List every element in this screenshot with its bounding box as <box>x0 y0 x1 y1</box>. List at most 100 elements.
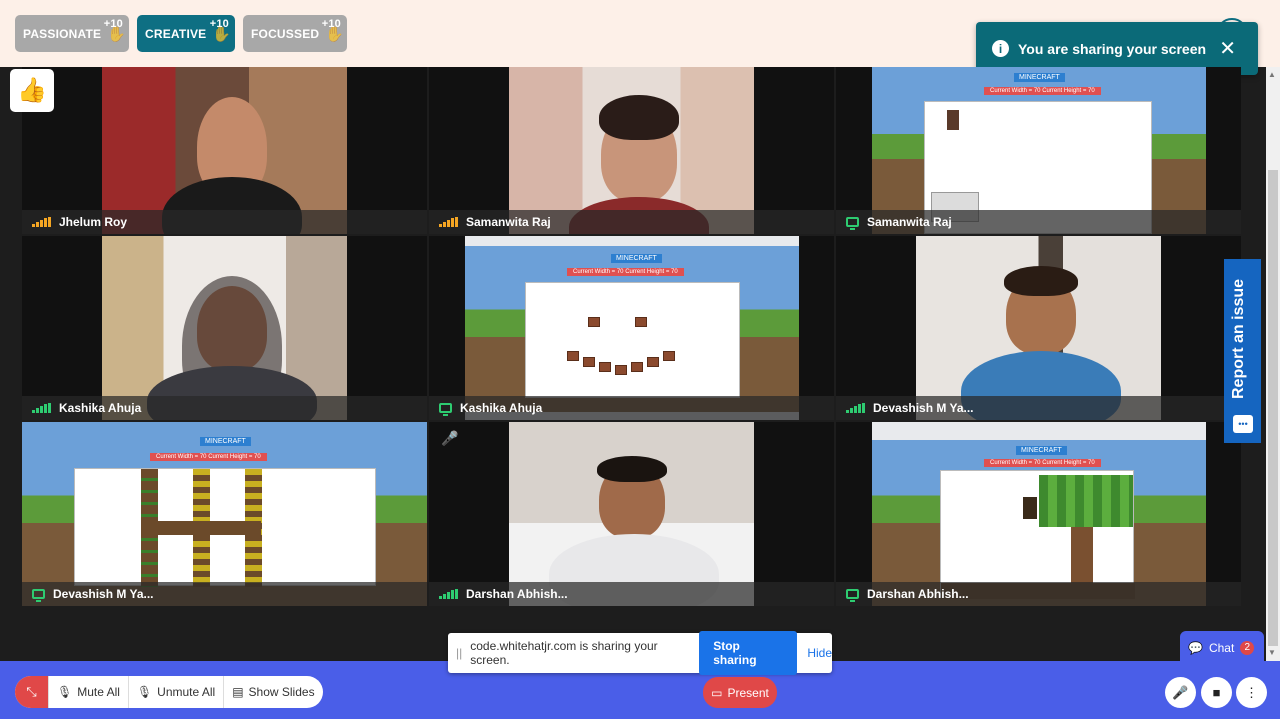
camera-feed <box>509 422 754 606</box>
minecraft-screen: MINECRAFT Current Width = 70 Current Hei… <box>465 236 799 420</box>
badge-points: +10 <box>321 18 341 30</box>
mute-all-button[interactable]: 🎙 Mute All <box>48 676 128 708</box>
minecraft-screen: MINECRAFT Current Width = 70 Current Hei… <box>22 422 427 606</box>
toast-message: You are sharing your screen <box>1018 40 1207 57</box>
chat-button[interactable]: 💬 Chat 2 <box>1180 631 1264 664</box>
participant-name-bar: Kashika Ahuja <box>429 396 834 420</box>
signal-icon <box>846 403 865 413</box>
share-message: code.whitehatjr.com is sharing your scre… <box>470 639 658 667</box>
camera-feed <box>102 67 347 234</box>
minecraft-title: MINECRAFT <box>200 437 251 446</box>
thumbs-up-icon[interactable]: 👍 <box>10 69 54 112</box>
participant-name: Jhelum Roy <box>59 215 128 229</box>
mic-off-icon: 🎙 <box>57 685 73 699</box>
participant-name-bar: Devashish M Ya... <box>22 582 427 606</box>
minecraft-size-label: Current Width = 70 Current Height = 70 <box>567 268 684 276</box>
report-issue-button[interactable]: Report an issue ••• <box>1224 259 1261 443</box>
participant-name-bar: Samanwita Raj <box>836 210 1241 234</box>
microphone-button[interactable]: 🎤 <box>1165 677 1196 708</box>
video-tile[interactable]: Devashish M Ya... <box>836 236 1241 420</box>
minecraft-size-label: Current Width = 70 Current Height = 70 <box>984 459 1101 467</box>
slides-icon: ▤ <box>232 685 244 699</box>
screen-share-tile[interactable]: MINECRAFT Current Width = 70 Current Hei… <box>836 67 1241 234</box>
muted-mic-icon: 🎤 <box>441 430 459 446</box>
camera-feed <box>102 236 347 420</box>
minecraft-size-label: Current Width = 70 Current Height = 70 <box>150 453 267 461</box>
present-label: Present <box>727 685 769 700</box>
badge-points: +10 <box>209 18 229 30</box>
screen-share-icon <box>846 589 859 602</box>
participant-name-bar: Devashish M Ya... <box>836 396 1241 420</box>
camera-feed <box>916 236 1161 420</box>
more-vertical-icon: ⋮ <box>1245 684 1258 700</box>
participant-name: Kashika Ahuja <box>59 401 142 415</box>
screen-share-tile[interactable]: MINECRAFT Current Width = 70 Current Hei… <box>836 422 1241 606</box>
participant-name: Kashika Ahuja <box>460 401 543 415</box>
participant-name: Samanwita Raj <box>867 215 952 229</box>
chat-label: Chat <box>1208 640 1235 655</box>
video-tile[interactable]: Jhelum Roy <box>22 67 427 234</box>
present-screen-icon: ▭ <box>711 685 723 700</box>
participant-name: Darshan Abhish... <box>867 587 969 601</box>
drag-handle-icon[interactable]: || <box>456 646 462 660</box>
participant-name: Darshan Abhish... <box>466 587 568 601</box>
game-canvas <box>525 282 740 398</box>
minecraft-title: MINECRAFT <box>1016 446 1067 455</box>
participant-name-bar: Jhelum Roy <box>22 210 427 234</box>
badge-focussed[interactable]: FOCUSSED ✋ +10 <box>243 15 347 52</box>
screen-share-icon <box>846 217 859 230</box>
chat-bubble-icon: ••• <box>1233 415 1253 433</box>
signal-icon <box>439 589 458 599</box>
screen-share-icon <box>32 589 45 602</box>
badge-passionate[interactable]: PASSIONATE ✋ +10 <box>15 15 129 52</box>
participant-name-bar: Darshan Abhish... <box>836 582 1241 606</box>
report-label: Report an issue <box>1230 278 1247 399</box>
scroll-up-icon[interactable]: ▲ <box>1268 70 1276 79</box>
mute-all-label: Mute All <box>77 685 120 699</box>
chat-icon: 💬 <box>1188 640 1203 655</box>
participant-name: Devashish M Ya... <box>53 587 154 601</box>
host-controls: ⤡ 🎙 Mute All 🎙 Unmute All ▤ Show Slides <box>15 676 323 708</box>
participant-name-bar: Darshan Abhish... <box>429 582 834 606</box>
minecraft-size-label: Current Width = 70 Current Height = 70 <box>984 87 1101 95</box>
stop-sharing-button[interactable]: Stop sharing <box>699 631 798 675</box>
camera-feed <box>509 67 754 234</box>
badge-creative[interactable]: CREATIVE ✋ +10 <box>137 15 235 52</box>
chat-count-badge: 2 <box>1240 640 1255 655</box>
minecraft-title: MINECRAFT <box>1014 73 1065 82</box>
mic-icon: 🎙 <box>136 685 153 699</box>
minecraft-title: MINECRAFT <box>611 254 662 263</box>
game-canvas <box>74 468 376 587</box>
video-tile[interactable]: Samanwita Raj <box>429 67 834 234</box>
participant-name-bar: Kashika Ahuja <box>22 396 427 420</box>
close-icon[interactable]: ✕ <box>1219 36 1236 61</box>
game-canvas <box>940 470 1135 599</box>
scrollbar-thumb[interactable] <box>1268 170 1278 646</box>
collapse-icon[interactable]: ⤡ <box>15 676 48 708</box>
badge-points: +10 <box>103 18 123 30</box>
camera-button[interactable]: ■ <box>1201 677 1232 708</box>
screen-share-tile[interactable]: MINECRAFT Current Width = 70 Current Hei… <box>22 422 427 606</box>
screen-share-tile[interactable]: MINECRAFT Current Width = 70 Current Hei… <box>429 236 834 420</box>
video-tile[interactable]: Kashika Ahuja <box>22 236 427 420</box>
participant-name-bar: Samanwita Raj <box>429 210 834 234</box>
hide-button[interactable]: Hide <box>807 646 832 660</box>
present-button[interactable]: ▭ Present <box>703 677 777 708</box>
show-slides-button[interactable]: ▤ Show Slides <box>223 676 322 708</box>
video-tile[interactable]: 🎤 Darshan Abhish... <box>429 422 834 606</box>
unmute-all-label: Unmute All <box>157 685 216 699</box>
badge-label: FOCUSSED <box>251 26 320 41</box>
scroll-down-icon[interactable]: ▼ <box>1268 648 1276 657</box>
signal-icon <box>439 217 458 227</box>
participant-name: Devashish M Ya... <box>873 401 974 415</box>
show-slides-label: Show Slides <box>248 685 315 699</box>
signal-icon <box>32 403 51 413</box>
camera-icon: ■ <box>1212 685 1221 700</box>
unmute-all-button[interactable]: 🎙 Unmute All <box>127 676 223 708</box>
screen-share-notification: || code.whitehatjr.com is sharing your s… <box>448 631 832 675</box>
info-icon: i <box>992 40 1009 57</box>
minecraft-screen: MINECRAFT Current Width = 70 Current Hei… <box>872 67 1206 234</box>
badge-label: PASSIONATE <box>23 26 102 41</box>
more-options-button[interactable]: ⋮ <box>1236 677 1267 708</box>
minecraft-screen: MINECRAFT Current Width = 70 Current Hei… <box>872 422 1206 606</box>
